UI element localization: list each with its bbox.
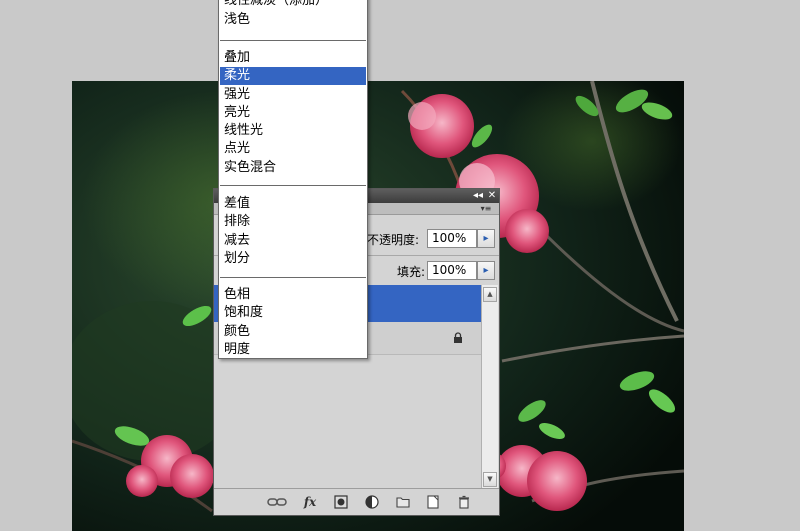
blend-item-pin-light[interactable]: 点光 bbox=[220, 140, 366, 158]
blend-item-linear-light[interactable]: 线性光 bbox=[220, 122, 366, 140]
scroll-up-button[interactable]: ▲ bbox=[483, 287, 497, 302]
new-layer-icon[interactable] bbox=[425, 494, 441, 510]
opacity-field[interactable]: 100% bbox=[427, 229, 477, 248]
blend-item-subtract[interactable]: 减去 bbox=[220, 232, 366, 250]
blend-item-divide[interactable]: 划分 bbox=[220, 250, 366, 268]
trash-icon[interactable] bbox=[456, 494, 472, 510]
link-icon[interactable] bbox=[266, 494, 288, 510]
adjustment-icon[interactable] bbox=[364, 494, 380, 510]
blend-item-exclusion[interactable]: 排除 bbox=[220, 213, 366, 231]
blend-item-hard-mix[interactable]: 实色混合 bbox=[220, 159, 366, 177]
lock-icon bbox=[454, 332, 462, 343]
fill-label: 填充: bbox=[397, 265, 426, 279]
blend-mode-dropdown[interactable]: 线性减淡（添加） 浅色 叠加 柔光 强光 亮光 线性光 点光 实色混合 差值 排… bbox=[218, 0, 368, 359]
blend-item-saturation[interactable]: 饱和度 bbox=[220, 304, 366, 322]
scroll-down-button[interactable]: ▼ bbox=[483, 472, 497, 487]
fill-slider-button[interactable]: ▸ bbox=[477, 261, 495, 280]
opacity-slider-button[interactable]: ▸ bbox=[477, 229, 495, 248]
opacity-label: 不透明度: bbox=[367, 233, 420, 247]
folder-icon[interactable] bbox=[395, 494, 411, 510]
menu-separator bbox=[220, 40, 366, 41]
layers-scrollbar[interactable]: ▲ ▼ bbox=[481, 285, 498, 489]
menu-separator bbox=[220, 185, 366, 186]
blend-item-linear-dodge[interactable]: 线性减淡（添加） bbox=[220, 0, 366, 10]
blend-item-overlay[interactable]: 叠加 bbox=[220, 49, 366, 67]
blend-item-soft-light[interactable]: 柔光 bbox=[220, 67, 366, 85]
blend-item-luminosity[interactable]: 明度 bbox=[220, 341, 366, 359]
close-icon[interactable]: ✕ bbox=[485, 190, 499, 201]
collapse-icon[interactable]: ◂◂ bbox=[471, 190, 485, 201]
panel-menu-icon[interactable]: ▾≡ bbox=[479, 204, 493, 213]
fx-icon[interactable]: fx bbox=[300, 494, 320, 510]
blend-item-difference[interactable]: 差值 bbox=[220, 195, 366, 213]
blend-item-color[interactable]: 颜色 bbox=[220, 323, 366, 341]
blend-item-vivid-light[interactable]: 亮光 bbox=[220, 104, 366, 122]
fill-field[interactable]: 100% bbox=[427, 261, 477, 280]
menu-separator bbox=[220, 277, 366, 278]
blend-item-hard-light[interactable]: 强光 bbox=[220, 86, 366, 104]
blend-item-lighter-color[interactable]: 浅色 bbox=[220, 11, 366, 29]
blend-item-hue[interactable]: 色相 bbox=[220, 286, 366, 304]
mask-icon[interactable] bbox=[333, 494, 349, 510]
layers-footer: fx bbox=[214, 488, 499, 515]
